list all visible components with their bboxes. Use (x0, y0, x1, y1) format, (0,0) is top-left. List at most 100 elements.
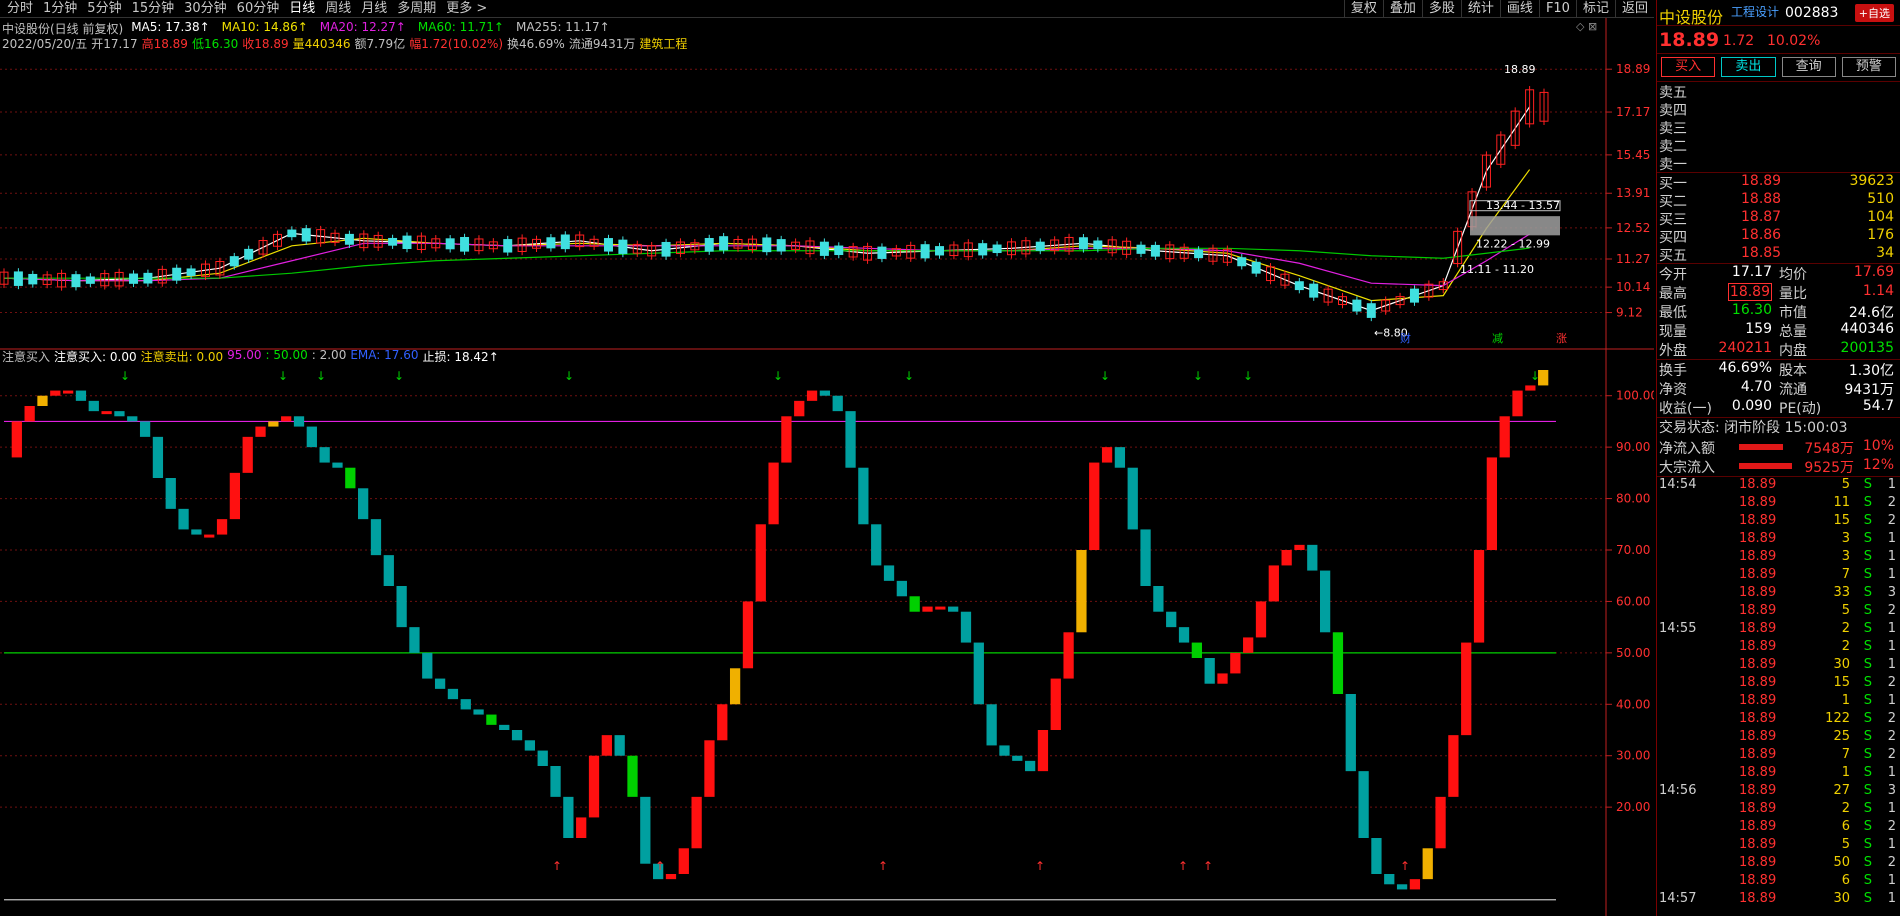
buy-signal-arrow: ↑ (655, 859, 665, 873)
chart-area[interactable]: 18.89 17.17 15.45 13.91 12.52 11.27 10.14 9.12 1… (0, 18, 1654, 916)
event-marker[interactable]: 财 (1400, 331, 1411, 345)
trade-button[interactable]: 买入 (1661, 57, 1716, 77)
period-tab[interactable]: 60分钟 (232, 0, 285, 18)
tick-side: S (1863, 801, 1872, 816)
event-marker[interactable]: 减 (1492, 332, 1503, 345)
period-tab[interactable]: 1分钟 (38, 0, 82, 18)
price-chart[interactable]: 18.89 17.17 15.45 13.91 12.52 11.27 10.14 9.12 1… (0, 18, 1654, 350)
stat-value: 159 (1745, 321, 1772, 337)
indicator-chart[interactable]: 100.00 90.00 80.00 70.00 60.00 50.00 40.00 30.0… (0, 350, 1654, 916)
indicator-bar (1050, 678, 1061, 730)
tick-count: 1 (1887, 531, 1896, 546)
price-axis-label: 15.45 (1616, 148, 1650, 162)
orderbook-row[interactable]: 买四 18.86 176 (1657, 227, 1900, 246)
period-tab[interactable]: 分时 (2, 0, 38, 18)
function-tab[interactable]: 多股 (1421, 0, 1461, 18)
indicator-legend-item: 95.00 (227, 348, 262, 362)
tick-row: 18.89 15 S 2 (1657, 513, 1900, 531)
period-tab[interactable]: 更多 > (441, 0, 492, 18)
period-tab[interactable]: 日线 (284, 0, 320, 18)
function-tab[interactable]: 复权 (1343, 0, 1383, 18)
indicator-bar (678, 848, 689, 874)
price-change-pct: 10.02% (1767, 33, 1821, 49)
bar-info-item: 幅1.72(10.02%) (409, 37, 504, 51)
orderbook-row[interactable]: 卖三 (1657, 118, 1900, 137)
function-tab[interactable]: 返回 (1614, 0, 1654, 18)
orderbook-row[interactable]: 卖二 (1657, 136, 1900, 155)
tick-price: 18.89 (1739, 801, 1777, 816)
price-axis-label: 17.17 (1616, 105, 1650, 119)
indicator-axis-label: 30.00 (1616, 749, 1650, 763)
event-marker[interactable]: 涨 (1556, 332, 1567, 345)
indicator-bar (422, 652, 433, 679)
bar-info-item: 收18.89 (242, 37, 289, 51)
add-favorite-button[interactable]: +自选 (1854, 4, 1894, 22)
candle-body (877, 246, 887, 259)
indicator-bar (1114, 447, 1126, 468)
tick-count: 2 (1887, 711, 1896, 726)
tick-price: 18.89 (1739, 531, 1777, 546)
indicator-bar (1204, 658, 1215, 684)
function-tab[interactable]: 叠加 (1382, 0, 1422, 18)
indicator-bar (1307, 544, 1318, 571)
stock-concept-link[interactable]: 工程设计 (1731, 3, 1779, 20)
orderbook-row[interactable]: 卖五 (1657, 82, 1900, 101)
tick-side: S (1863, 657, 1872, 672)
trade-button[interactable]: 查询 (1781, 57, 1836, 77)
sell-signal-arrow: ↓ (120, 369, 130, 383)
orderbook-row[interactable]: 买五 18.85 34 (1657, 245, 1900, 264)
period-tab[interactable]: 月线 (356, 0, 392, 18)
indicator-bar (165, 478, 176, 509)
tick-count: 1 (1887, 891, 1896, 906)
orderbook-price: 18.89 (1741, 173, 1782, 189)
tick-count: 1 (1887, 873, 1896, 888)
indicator-bar (576, 817, 587, 838)
function-tab[interactable]: 统计 (1460, 0, 1500, 18)
orderbook-row[interactable]: 买三 18.87 104 (1657, 209, 1900, 228)
tick-side: S (1863, 891, 1872, 906)
top-toolbar: 分时 1分钟 5分钟 15分钟 30分钟 60分钟 日线 周线 月线 多周期 更多 > 复权 叠加 多股… (0, 0, 1654, 18)
period-tab[interactable]: 5分钟 (82, 0, 126, 18)
function-tab[interactable]: F10 (1538, 0, 1576, 18)
stat-row: 今开 17.17 均价 17.69 (1657, 264, 1900, 283)
orderbook-row[interactable]: 买一 18.89 39623 (1657, 173, 1900, 192)
buy-signal-arrow: ↑ (1400, 859, 1410, 873)
tick-count: 1 (1887, 549, 1896, 564)
period-tab[interactable]: 多周期 (392, 0, 441, 18)
function-tab[interactable]: 画线 (1499, 0, 1539, 18)
indicator-bar (434, 678, 446, 689)
period-tab[interactable]: 15分钟 (127, 0, 180, 18)
tick-side: S (1863, 495, 1872, 510)
orderbook-row[interactable]: 买二 18.88 510 (1657, 191, 1900, 210)
indicator-axis-label: 50.00 (1616, 646, 1650, 660)
period-tab[interactable]: 30分钟 (179, 0, 232, 18)
stat-value: 54.7 (1862, 398, 1894, 414)
indicator-axis-label: 70.00 (1616, 543, 1650, 557)
function-tab[interactable]: 标记 (1575, 0, 1615, 18)
orderbook-row[interactable]: 卖一 (1657, 154, 1900, 173)
tick-side: S (1863, 513, 1872, 528)
orderbook-label: 买一 (1659, 176, 1687, 192)
indicator-bar (1101, 447, 1113, 463)
trade-button[interactable]: 预警 (1841, 57, 1896, 77)
tick-volume: 33 (1833, 585, 1850, 600)
trade-button[interactable]: 卖出 (1721, 57, 1776, 77)
tick-row: 14:56 18.89 27 S 3 (1657, 783, 1900, 801)
indicator-bar (1358, 771, 1369, 838)
tick-row: 18.89 5 S 2 (1657, 603, 1900, 621)
tick-count: 1 (1887, 477, 1896, 492)
bar-info-item: 换46.69% (507, 37, 565, 51)
tick-row: 18.89 7 S 1 (1657, 567, 1900, 585)
indicator-bar (11, 421, 22, 458)
tick-price: 18.89 (1739, 657, 1777, 672)
sell-signal-arrow: ↓ (1243, 369, 1253, 383)
candle-body (719, 236, 729, 251)
zone-box-mid (1470, 216, 1560, 236)
tick-count: 1 (1887, 693, 1896, 708)
period-tab[interactable]: 周线 (320, 0, 356, 18)
tick-list[interactable]: 14:54 18.89 5 S 1 18.89 11 S 2 18.89 15 S 2 18.89 3 S 1 1… (1657, 477, 1900, 909)
indicator-bar (1024, 760, 1036, 772)
chart-settings-icon[interactable]: ◇ ⊠ (1576, 20, 1597, 33)
price-change: 1.72 (1723, 33, 1755, 49)
orderbook-row[interactable]: 卖四 (1657, 100, 1900, 119)
